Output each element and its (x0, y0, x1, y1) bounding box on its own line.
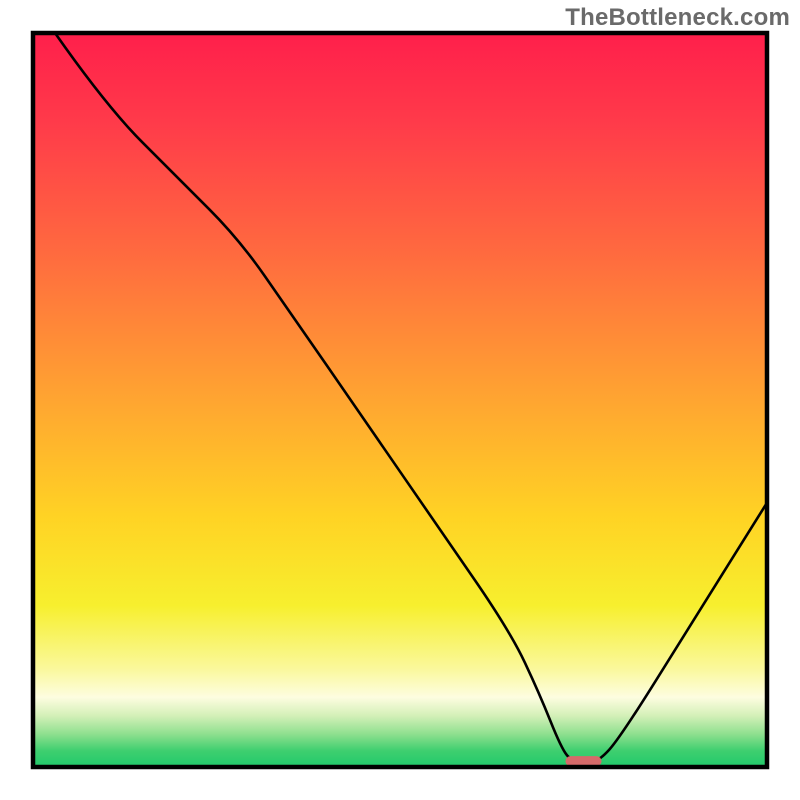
optimum-marker (566, 756, 602, 766)
chart-container: TheBottleneck.com (0, 0, 800, 800)
bottleneck-chart (0, 0, 800, 800)
watermark-text: TheBottleneck.com (565, 4, 790, 32)
